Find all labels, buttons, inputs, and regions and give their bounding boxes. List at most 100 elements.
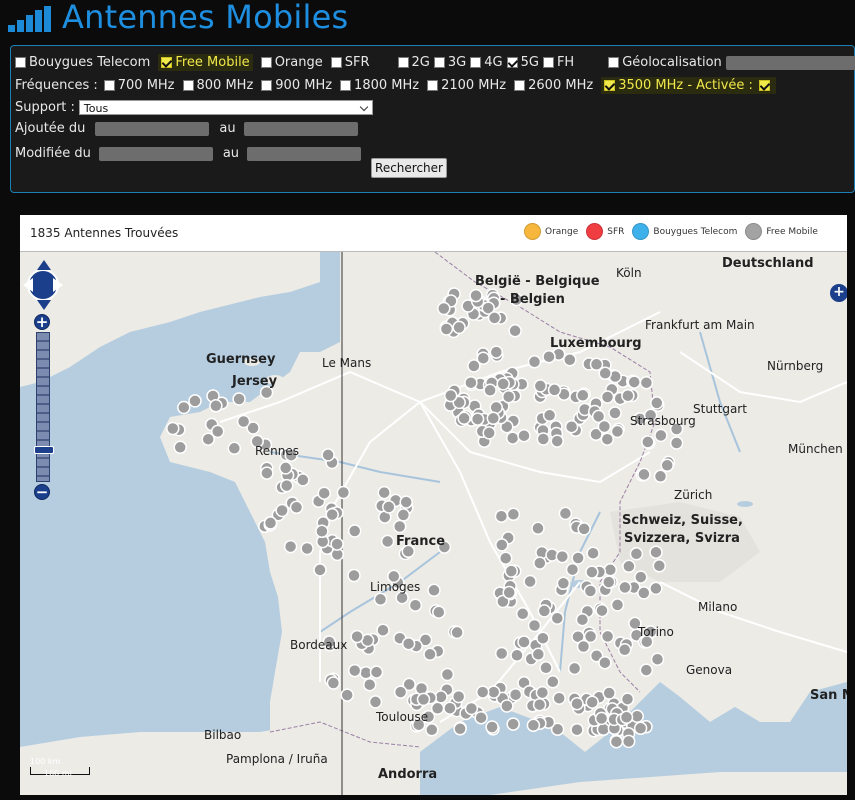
antenna-marker[interactable] (536, 432, 551, 446)
antenna-marker[interactable] (392, 519, 407, 534)
antenna-marker[interactable] (457, 411, 471, 426)
antenna-marker[interactable] (533, 556, 547, 570)
antenna-marker[interactable] (506, 507, 521, 522)
zoom-control[interactable]: + − (34, 314, 54, 514)
antenna-marker[interactable] (595, 603, 609, 618)
antenna-marker[interactable] (451, 689, 466, 704)
modified-from-input[interactable] (98, 146, 213, 161)
tech-option-4g[interactable]: 4G (470, 55, 503, 70)
antenna-marker[interactable] (523, 574, 537, 589)
pan-down-icon[interactable] (37, 300, 51, 310)
antenna-marker[interactable] (494, 646, 509, 661)
antenna-marker[interactable] (482, 426, 496, 440)
freq-checkbox-2100[interactable] (427, 80, 439, 91)
antenna-marker[interactable] (177, 400, 191, 415)
added-to-input[interactable] (243, 121, 358, 136)
antenna-marker[interactable] (563, 353, 577, 367)
antenna-marker[interactable] (598, 655, 612, 670)
antenna-marker[interactable] (475, 685, 490, 699)
antenna-marker[interactable] (506, 717, 520, 731)
antenna-marker[interactable] (585, 565, 599, 579)
antenna-marker[interactable] (474, 710, 488, 725)
antenna-marker[interactable] (432, 605, 446, 619)
antenna-marker[interactable] (427, 583, 441, 598)
antenna-marker[interactable] (347, 524, 362, 538)
antenna-marker[interactable] (527, 618, 542, 633)
antenna-marker[interactable] (649, 545, 663, 559)
operator-option-bouygues[interactable]: Bouygues Telecom (15, 55, 150, 70)
antenna-marker[interactable] (517, 635, 531, 649)
antenna-marker[interactable] (423, 647, 437, 662)
antenna-marker[interactable] (505, 431, 520, 445)
antenna-marker[interactable] (542, 408, 557, 423)
antenna-marker[interactable] (485, 720, 499, 734)
freq-checkbox-700[interactable] (103, 80, 115, 91)
antenna-marker[interactable] (556, 576, 571, 591)
antenna-marker[interactable] (660, 458, 674, 473)
antenna-marker[interactable] (585, 695, 599, 709)
antenna-marker[interactable] (469, 288, 483, 303)
antenna-marker[interactable] (620, 692, 635, 706)
antenna-marker[interactable] (649, 581, 663, 596)
antenna-marker[interactable] (609, 734, 624, 749)
antenna-marker[interactable] (452, 320, 466, 335)
antenna-marker[interactable] (532, 697, 547, 712)
antenna-marker[interactable] (486, 411, 501, 426)
antenna-marker[interactable] (597, 419, 612, 434)
antenna-marker[interactable] (555, 549, 570, 564)
antenna-marker[interactable] (443, 388, 458, 403)
freq-checkbox-900[interactable] (261, 80, 273, 91)
pan-right-icon[interactable] (53, 278, 63, 292)
antenna-marker[interactable] (550, 611, 565, 625)
antenna-marker[interactable] (627, 375, 641, 389)
geolocation-checkbox[interactable] (608, 57, 620, 68)
antenna-marker[interactable] (550, 434, 564, 448)
geolocation-input[interactable] (725, 55, 855, 70)
antenna-marker[interactable] (496, 377, 510, 391)
zoom-out-icon[interactable]: − (34, 484, 50, 500)
antenna-marker[interactable] (653, 469, 668, 484)
geolocation-option[interactable]: Géolocalisation (608, 55, 722, 70)
freq-option-2600[interactable]: 2600 MHz (514, 78, 593, 93)
antenna-marker[interactable] (502, 585, 516, 600)
antenna-marker[interactable] (622, 559, 636, 574)
antenna-marker[interactable] (600, 432, 615, 446)
pan-control[interactable] (23, 260, 63, 312)
support-select[interactable]: Tous (78, 100, 373, 115)
antenna-marker[interactable] (652, 559, 667, 573)
antenna-marker[interactable] (501, 389, 516, 404)
antenna-marker[interactable] (654, 428, 668, 443)
antenna-marker[interactable] (368, 695, 383, 709)
antenna-marker[interactable] (362, 677, 377, 692)
antenna-marker[interactable] (336, 485, 351, 500)
added-from-input[interactable] (95, 121, 210, 136)
tech-option-2g[interactable]: 2G (397, 55, 430, 70)
antenna-marker[interactable] (495, 538, 509, 552)
antenna-marker[interactable] (275, 503, 289, 518)
antenna-marker[interactable] (443, 701, 457, 715)
antenna-marker[interactable] (296, 473, 310, 487)
antenna-marker[interactable] (377, 485, 391, 500)
tech-checkbox-2g[interactable] (397, 57, 409, 68)
antenna-marker[interactable] (500, 699, 514, 713)
freq-checkbox-1800[interactable] (340, 80, 352, 91)
operator-checkbox-free[interactable] (161, 57, 173, 68)
antenna-marker[interactable] (173, 440, 187, 455)
antenna-marker[interactable] (453, 722, 467, 736)
freq-option-1800[interactable]: 1800 MHz (340, 78, 419, 93)
antenna-marker[interactable] (508, 687, 523, 702)
antenna-marker[interactable] (330, 537, 344, 551)
antenna-marker[interactable] (350, 629, 364, 644)
antenna-marker[interactable] (576, 639, 591, 654)
antenna-marker[interactable] (621, 734, 636, 749)
antenna-marker[interactable] (594, 711, 609, 726)
antenna-marker[interactable] (232, 392, 246, 406)
antenna-marker[interactable] (608, 406, 622, 420)
antenna-marker[interactable] (602, 686, 616, 700)
antenna-marker[interactable] (201, 432, 215, 446)
antenna-marker[interactable] (629, 547, 644, 561)
antenna-marker[interactable] (619, 710, 634, 725)
tech-checkbox-3g[interactable] (433, 57, 445, 68)
antenna-marker[interactable] (600, 390, 615, 404)
operator-checkbox-orange[interactable] (260, 57, 272, 68)
